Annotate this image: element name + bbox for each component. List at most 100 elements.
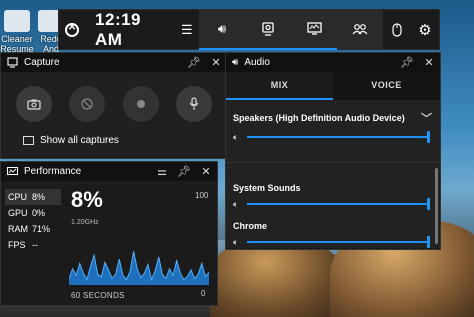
output-device-select[interactable]: Speakers (High Definition Audio Device) … (226, 100, 440, 126)
app-name: System Sounds (233, 183, 301, 193)
xbox-icon (65, 22, 80, 37)
start-recording-button[interactable] (122, 86, 159, 122)
tab-mix[interactable]: MIX (226, 72, 333, 100)
cpu-usage-graph (69, 251, 209, 285)
audio-icon: 🔊︎ (217, 20, 227, 36)
mouse-lock-button[interactable] (383, 9, 411, 50)
metric-value: 8% (32, 192, 46, 202)
audio-header: 🔊︎ Audio 📌︎ ✕ (226, 53, 440, 72)
capture-title: Capture (24, 57, 60, 68)
performance-widget-button[interactable] (291, 9, 338, 50)
audio-tabs: MIX VOICE (226, 72, 440, 100)
tab-voice[interactable]: VOICE (333, 72, 440, 100)
close-button[interactable]: ✕ (195, 162, 217, 181)
close-icon: ✕ (201, 166, 211, 178)
app-volume-row: 🔈︎ (226, 231, 440, 248)
capture-icon (262, 21, 274, 36)
pin-button[interactable]: 📌︎ (173, 162, 195, 181)
slider-thumb[interactable] (427, 236, 430, 248)
pin-icon: 📌︎ (187, 57, 201, 69)
metric-gpu[interactable]: GPU 0% (5, 205, 61, 221)
capture-panel: Capture 📌︎ ✕ Show all captures (0, 52, 228, 159)
camera-icon (27, 99, 41, 110)
device-volume-row: 🔈︎ (226, 126, 440, 148)
desktop-icon[interactable]: Cleaner Resume (0, 10, 34, 54)
metric-value: 0% (32, 208, 46, 218)
slider-thumb[interactable] (427, 131, 430, 143)
x-axis-label: 60 SECONDS (71, 291, 125, 300)
speaker-icon[interactable]: 🔈︎ (233, 199, 247, 210)
show-all-captures-link[interactable]: Show all captures (23, 135, 227, 146)
app-volume-row: 🔈︎ (226, 193, 440, 215)
audio-panel: 🔊︎ Audio 📌︎ ✕ MIX VOICE Speakers (High D… (225, 52, 441, 250)
show-all-captures-label: Show all captures (40, 135, 119, 146)
close-icon: ✕ (424, 57, 434, 69)
widget-menu-button[interactable]: ☰ (175, 9, 199, 50)
performance-header: Performance ⚌ 📌︎ ✕ (1, 162, 217, 181)
y-axis-max: 100 (195, 191, 209, 200)
screenshot-button[interactable] (15, 86, 52, 122)
pin-button[interactable]: 📌︎ (183, 53, 205, 72)
slider-thumb[interactable] (427, 198, 430, 210)
close-button[interactable]: ✕ (205, 53, 227, 72)
device-volume-slider[interactable] (247, 131, 430, 143)
metric-name: FPS (8, 240, 26, 250)
record-last-button[interactable] (69, 86, 106, 122)
clock: 12:19 AM (95, 9, 142, 49)
speaker-icon[interactable]: 🔈︎ (233, 237, 247, 248)
menu-icon: ☰ (181, 21, 193, 37)
desktop-icon-label: Cleaner Resume (0, 34, 34, 54)
social-icon (352, 23, 368, 34)
output-device-label: Speakers (High Definition Audio Device) (233, 113, 405, 123)
current-value: 8% (71, 187, 103, 212)
pin-button[interactable]: 📌︎ (396, 53, 418, 72)
divider (226, 162, 440, 163)
metric-name: GPU (8, 208, 28, 218)
capture-buttons (1, 72, 227, 122)
social-widget-button[interactable] (337, 9, 383, 50)
options-button[interactable]: ⚌ (151, 162, 173, 181)
audio-widget-button[interactable]: 🔊︎ (199, 9, 246, 50)
settings-icon: ⚙ (418, 21, 432, 39)
performance-panel: Performance ⚌ 📌︎ ✕ CPU 8% GPU 0% RAM 71%… (0, 161, 218, 306)
pin-icon: 📌︎ (400, 57, 414, 69)
metric-ram[interactable]: RAM 71% (5, 221, 61, 237)
speaker-icon[interactable]: 🔈︎ (233, 132, 247, 143)
xbox-button[interactable] (59, 9, 85, 50)
capture-widget-button[interactable] (245, 9, 292, 50)
app-volume-slider[interactable] (247, 236, 430, 248)
sliders-icon: ⚌ (157, 166, 167, 178)
metric-name: CPU (8, 192, 28, 202)
performance-title: Performance (24, 166, 82, 177)
cpu-frequency: 1.20GHz (71, 219, 99, 226)
file-icon (4, 10, 30, 32)
metric-list: CPU 8% GPU 0% RAM 71% FPS -- (5, 189, 61, 253)
audio-title: Audio (244, 57, 270, 68)
widget-toggle-group: 🔊︎ (199, 9, 384, 50)
game-bar-right: ⚙ (383, 9, 439, 50)
gallery-icon (23, 136, 34, 145)
metric-cpu[interactable]: CPU 8% (5, 189, 61, 205)
scrollbar[interactable] (435, 168, 438, 244)
chevron-down-icon: ﹀ (421, 113, 432, 125)
microphone-button[interactable] (176, 86, 213, 122)
capture-icon (7, 57, 18, 68)
app-volume-slider[interactable] (247, 198, 430, 210)
performance-icon (306, 22, 322, 35)
metric-value: -- (32, 240, 38, 250)
microphone-icon (189, 97, 199, 110)
capture-header: Capture 📌︎ ✕ (1, 53, 227, 72)
game-bar: 12:19 AM ☰ 🔊︎ ⚙ (58, 9, 440, 50)
metric-fps[interactable]: FPS -- (5, 237, 61, 253)
metric-value: 71% (32, 224, 51, 234)
close-icon: ✕ (211, 57, 221, 69)
close-button[interactable]: ✕ (418, 53, 440, 72)
audio-mix-body: Speakers (High Definition Audio Device) … (226, 100, 440, 248)
performance-icon (7, 166, 18, 175)
app-name: Chrome (233, 221, 268, 231)
mouse-icon (392, 22, 402, 37)
settings-button[interactable]: ⚙ (411, 9, 439, 50)
audio-icon: 🔊︎ (232, 57, 239, 68)
record-last-disabled-icon (81, 98, 93, 110)
metric-name: RAM (8, 224, 28, 234)
